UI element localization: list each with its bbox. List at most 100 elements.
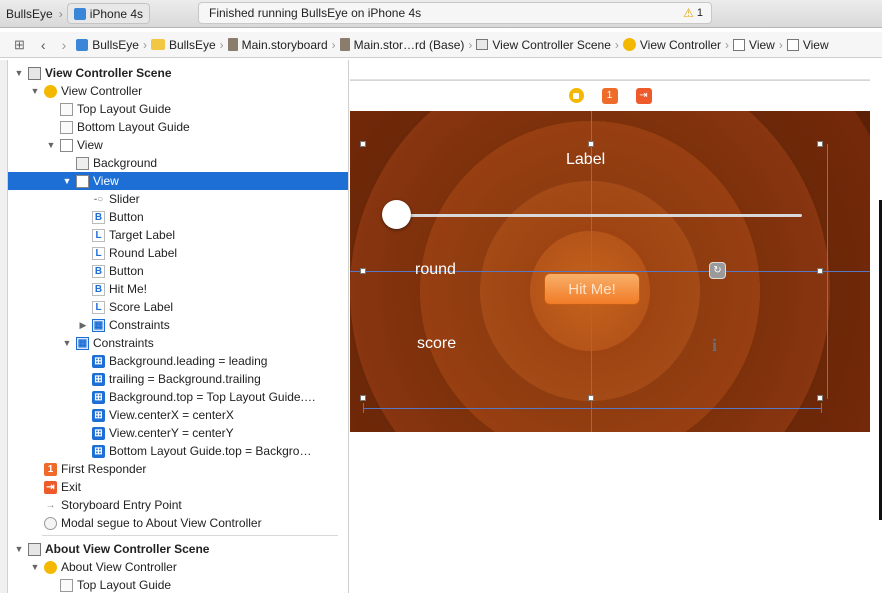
left-edge (0, 60, 8, 593)
phone-icon (73, 7, 86, 20)
outline-row[interactable]: Top Layout Guide (8, 576, 348, 593)
outline-row[interactable]: ⊞ Bottom Layout Guide.top = Backgro… (8, 442, 348, 460)
score-label[interactable]: score (417, 335, 456, 353)
outline-row[interactable]: -○ Slider (8, 190, 348, 208)
jump-item-label: View Controller (639, 37, 722, 52)
outline-row[interactable]: ▼ View (8, 136, 348, 154)
resize-handle[interactable] (588, 395, 594, 401)
game-view[interactable]: Label round Hit Me! ↻ score i (350, 111, 870, 432)
round-label[interactable]: round (415, 261, 456, 279)
resize-handle[interactable] (360, 141, 366, 147)
start-over-icon[interactable]: ↻ (709, 262, 726, 279)
resize-handle[interactable] (817, 141, 823, 147)
scene-top-divider (350, 60, 870, 80)
outline-row[interactable]: ⇥ Exit (8, 478, 348, 496)
label-icon: L (92, 228, 105, 242)
outline-row[interactable]: Top Layout Guide (8, 100, 348, 118)
outline-row[interactable]: B Hit Me! (8, 280, 348, 298)
jump-item-label: View (749, 37, 775, 52)
outline-row-label: Constraints (109, 318, 170, 332)
outline-row[interactable]: Bottom Layout Guide (8, 118, 348, 136)
exit-icon[interactable]: ⇥ (635, 87, 652, 104)
outline-row[interactable]: ⊞ View.centerY = centerY (8, 424, 348, 442)
resize-handle[interactable] (817, 268, 823, 274)
grid-icon[interactable]: ⊞ (0, 37, 33, 53)
outline-row-label: About View Controller Scene (45, 542, 210, 556)
scene-icon (28, 542, 41, 556)
outline-row[interactable]: B Button (8, 262, 348, 280)
outline-row[interactable]: ▶ ▦ Constraints (8, 316, 348, 334)
jump-item-label: Main.stor…rd (Base) (353, 37, 465, 52)
label-icon: L (92, 246, 105, 260)
jump-item-view[interactable]: View (731, 38, 777, 52)
outline-row[interactable]: ⊞ Background.top = Top Layout Guide.… (8, 388, 348, 406)
outline-row-label: Slider (109, 192, 140, 206)
constraint-icon: ⊞ (92, 354, 105, 368)
hit-me-button[interactable]: Hit Me! (544, 273, 640, 305)
outline-row-label: View Controller (61, 84, 143, 98)
disclosure-open-icon[interactable]: ▼ (30, 86, 40, 96)
disclosure-open-icon[interactable]: ▼ (14, 544, 24, 554)
first-responder-icon[interactable]: 1 (601, 87, 618, 104)
outline-row[interactable]: ▼ ▦ Constraints (8, 334, 348, 352)
constraint-icon: ⊞ (92, 408, 105, 422)
jump-item-project[interactable]: BullsEye (74, 38, 141, 52)
back-button[interactable]: ‹ (33, 37, 54, 53)
device-selector[interactable]: iPhone 4s (66, 3, 151, 24)
outline-row[interactable]: L Round Label (8, 244, 348, 262)
outline-row[interactable]: ▼ About View Controller Scene (8, 540, 348, 558)
jump-item-storyboard[interactable]: Main.storyboard (226, 38, 330, 52)
project-icon (76, 38, 89, 51)
jump-item-scene[interactable]: View Controller Scene (474, 38, 613, 52)
jump-item-folder[interactable]: BullsEye (149, 38, 218, 52)
outline-row[interactable]: B Button (8, 208, 348, 226)
scheme-selector[interactable]: BullsEye › iPhone 4s (0, 3, 151, 24)
outline-row[interactable]: L Score Label (8, 298, 348, 316)
outline-row-label: View Controller Scene (45, 66, 172, 80)
chevron-right-icon: › (725, 37, 730, 52)
outline-row[interactable]: ⊞ trailing = Background.trailing (8, 370, 348, 388)
resize-handle[interactable] (817, 395, 823, 401)
outline-row[interactable]: → Storyboard Entry Point (8, 496, 348, 514)
target-label[interactable]: Label (566, 151, 605, 169)
chevron-right-icon: › (331, 37, 336, 52)
layout-guide-icon (60, 102, 73, 116)
outline-row[interactable]: ⊞ Background.leading = leading (8, 352, 348, 370)
view-controller-icon[interactable] (568, 88, 584, 103)
outline-row[interactable]: 1 First Responder (8, 460, 348, 478)
outline-row-label: Storyboard Entry Point (61, 498, 182, 512)
disclosure-closed-icon[interactable]: ▶ (78, 320, 88, 331)
outline-row[interactable]: ⊞ View.centerX = centerX (8, 406, 348, 424)
outline-row-label: Top Layout Guide (77, 578, 172, 592)
forward-button[interactable]: › (54, 37, 75, 53)
disclosure-open-icon[interactable]: ▼ (62, 338, 72, 348)
jump-item-storyboard-base[interactable]: Main.stor…rd (Base) (338, 38, 467, 52)
slider-track[interactable] (396, 214, 802, 217)
constraint-icon: ⊞ (92, 444, 105, 458)
outline-row[interactable]: ▼ View Controller Scene (8, 64, 348, 82)
outline-row[interactable]: L Target Label (8, 226, 348, 244)
slider-thumb[interactable] (382, 200, 411, 229)
view-icon (786, 38, 799, 51)
button-icon: B (92, 282, 105, 296)
outline-row[interactable]: ▼ View (8, 172, 348, 190)
chevron-right-icon: › (468, 37, 473, 52)
constraint-line-bottom (363, 408, 821, 409)
resize-handle[interactable] (588, 141, 594, 147)
scheme-separator-icon: › (58, 6, 63, 21)
disclosure-open-icon[interactable]: ▼ (30, 562, 40, 572)
info-icon[interactable]: i (712, 335, 721, 355)
disclosure-open-icon[interactable]: ▼ (62, 176, 72, 186)
outline-row[interactable]: ▼ About View Controller (8, 558, 348, 576)
outline-row[interactable]: Background (8, 154, 348, 172)
jump-item-view-controller[interactable]: View Controller (621, 38, 723, 52)
resize-handle[interactable] (360, 395, 366, 401)
warning-badge[interactable]: ⚠ 1 (683, 6, 703, 20)
outline-row[interactable]: ▼ View Controller (8, 82, 348, 100)
disclosure-open-icon[interactable]: ▼ (46, 140, 56, 150)
scheme-name[interactable]: BullsEye (0, 3, 59, 24)
disclosure-open-icon[interactable]: ▼ (14, 68, 24, 78)
outline-row[interactable]: Modal segue to About View Controller (8, 514, 348, 532)
resize-handle[interactable] (360, 268, 366, 274)
jump-item-view-selected[interactable]: View (785, 38, 831, 52)
